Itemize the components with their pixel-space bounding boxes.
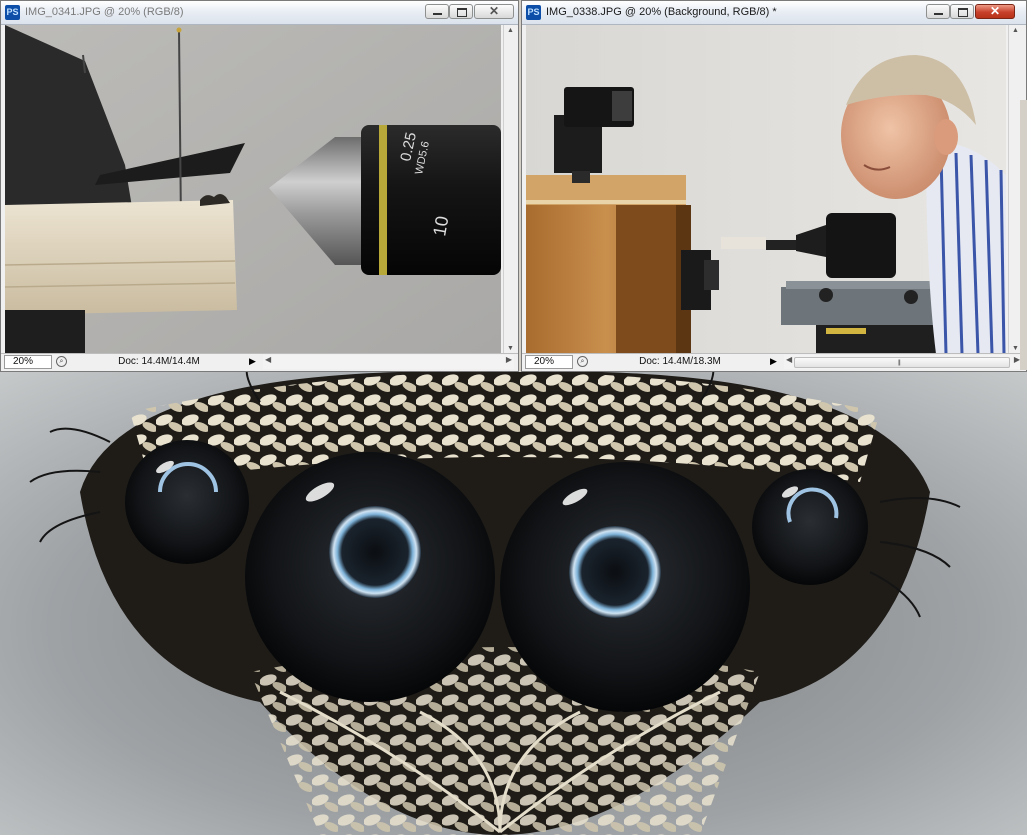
titlebar[interactable]: PS IMG_0341.JPG @ 20% (RGB/8) ✕: [1, 1, 518, 25]
zoom-level-field[interactable]: 20%: [525, 355, 573, 369]
photoshop-app-icon: PS: [5, 5, 20, 20]
photo-microscope-objective: 0.25 WD5.6 10: [5, 25, 501, 354]
maximize-icon: [457, 8, 467, 17]
photo-man-with-camera-rig: [526, 25, 1006, 354]
maximize-button[interactable]: [950, 4, 974, 19]
status-menu-triangle-right-icon[interactable]: ▶: [770, 356, 777, 367]
status-menu-triangle-right-icon[interactable]: ▶: [249, 356, 256, 367]
window-title: IMG_0341.JPG @ 20% (RGB/8): [25, 6, 184, 18]
scroll-down-icon[interactable]: ▼: [507, 345, 514, 352]
window-title: IMG_0338.JPG @ 20% (Background, RGB/8) *: [546, 6, 777, 18]
image-canvas[interactable]: 0.25 WD5.6 10: [5, 25, 501, 354]
zoom-options-icon[interactable]: ⌕: [577, 356, 588, 367]
zoom-options-icon[interactable]: ⌕: [56, 356, 67, 367]
lens-text-mag: 10: [429, 214, 452, 237]
scroll-up-icon[interactable]: ▲: [1012, 27, 1019, 34]
document-window-img0341[interactable]: PS IMG_0341.JPG @ 20% (RGB/8) ✕ 0.25 WD5…: [0, 0, 519, 372]
spider-eyes-image: [0, 372, 1027, 835]
maximize-icon: [958, 8, 968, 17]
zoom-level-field[interactable]: 20%: [4, 355, 52, 369]
close-icon: ✕: [488, 4, 500, 18]
minimize-icon: [433, 13, 442, 15]
grip-icon: |||: [898, 360, 901, 366]
close-button[interactable]: ✕: [474, 4, 514, 19]
scrollbar-thumb[interactable]: |||: [794, 357, 1010, 368]
maximize-button[interactable]: [449, 4, 473, 19]
titlebar[interactable]: PS IMG_0338.JPG @ 20% (Background, RGB/8…: [522, 1, 1026, 25]
photo-jumping-spider-eyes: [0, 372, 1027, 835]
vertical-scrollbar[interactable]: ▲ ▼: [503, 25, 518, 354]
panel-edge: [1020, 100, 1027, 370]
close-button[interactable]: ✕: [975, 4, 1015, 19]
scroll-right-icon[interactable]: ▶: [506, 355, 512, 364]
scroll-down-icon[interactable]: ▼: [1012, 345, 1019, 352]
scroll-left-icon[interactable]: ◀: [786, 355, 792, 364]
document-size-info: Doc: 14.4M/14.4M: [118, 356, 200, 367]
horizontal-scrollbar[interactable]: ◀ ||| ▶: [784, 355, 1022, 369]
minimize-button[interactable]: [926, 4, 950, 19]
status-bar: 20% ⌕ Doc: 14.4M/18.3M ▶ ◀ ||| ▶: [522, 353, 1026, 371]
scroll-left-icon[interactable]: ◀: [265, 355, 271, 364]
close-icon: ✕: [989, 4, 1001, 18]
image-canvas[interactable]: [526, 25, 1006, 354]
photoshop-app-icon: PS: [526, 5, 541, 20]
status-bar: 20% ⌕ Doc: 14.4M/14.4M ▶ ◀ ▶: [1, 353, 518, 371]
horizontal-scrollbar[interactable]: ◀ ▶: [263, 355, 514, 369]
document-window-img0338[interactable]: PS IMG_0338.JPG @ 20% (Background, RGB/8…: [521, 0, 1027, 372]
scroll-up-icon[interactable]: ▲: [507, 27, 514, 34]
minimize-icon: [934, 13, 943, 15]
document-size-info: Doc: 14.4M/18.3M: [639, 356, 721, 367]
minimize-button[interactable]: [425, 4, 449, 19]
